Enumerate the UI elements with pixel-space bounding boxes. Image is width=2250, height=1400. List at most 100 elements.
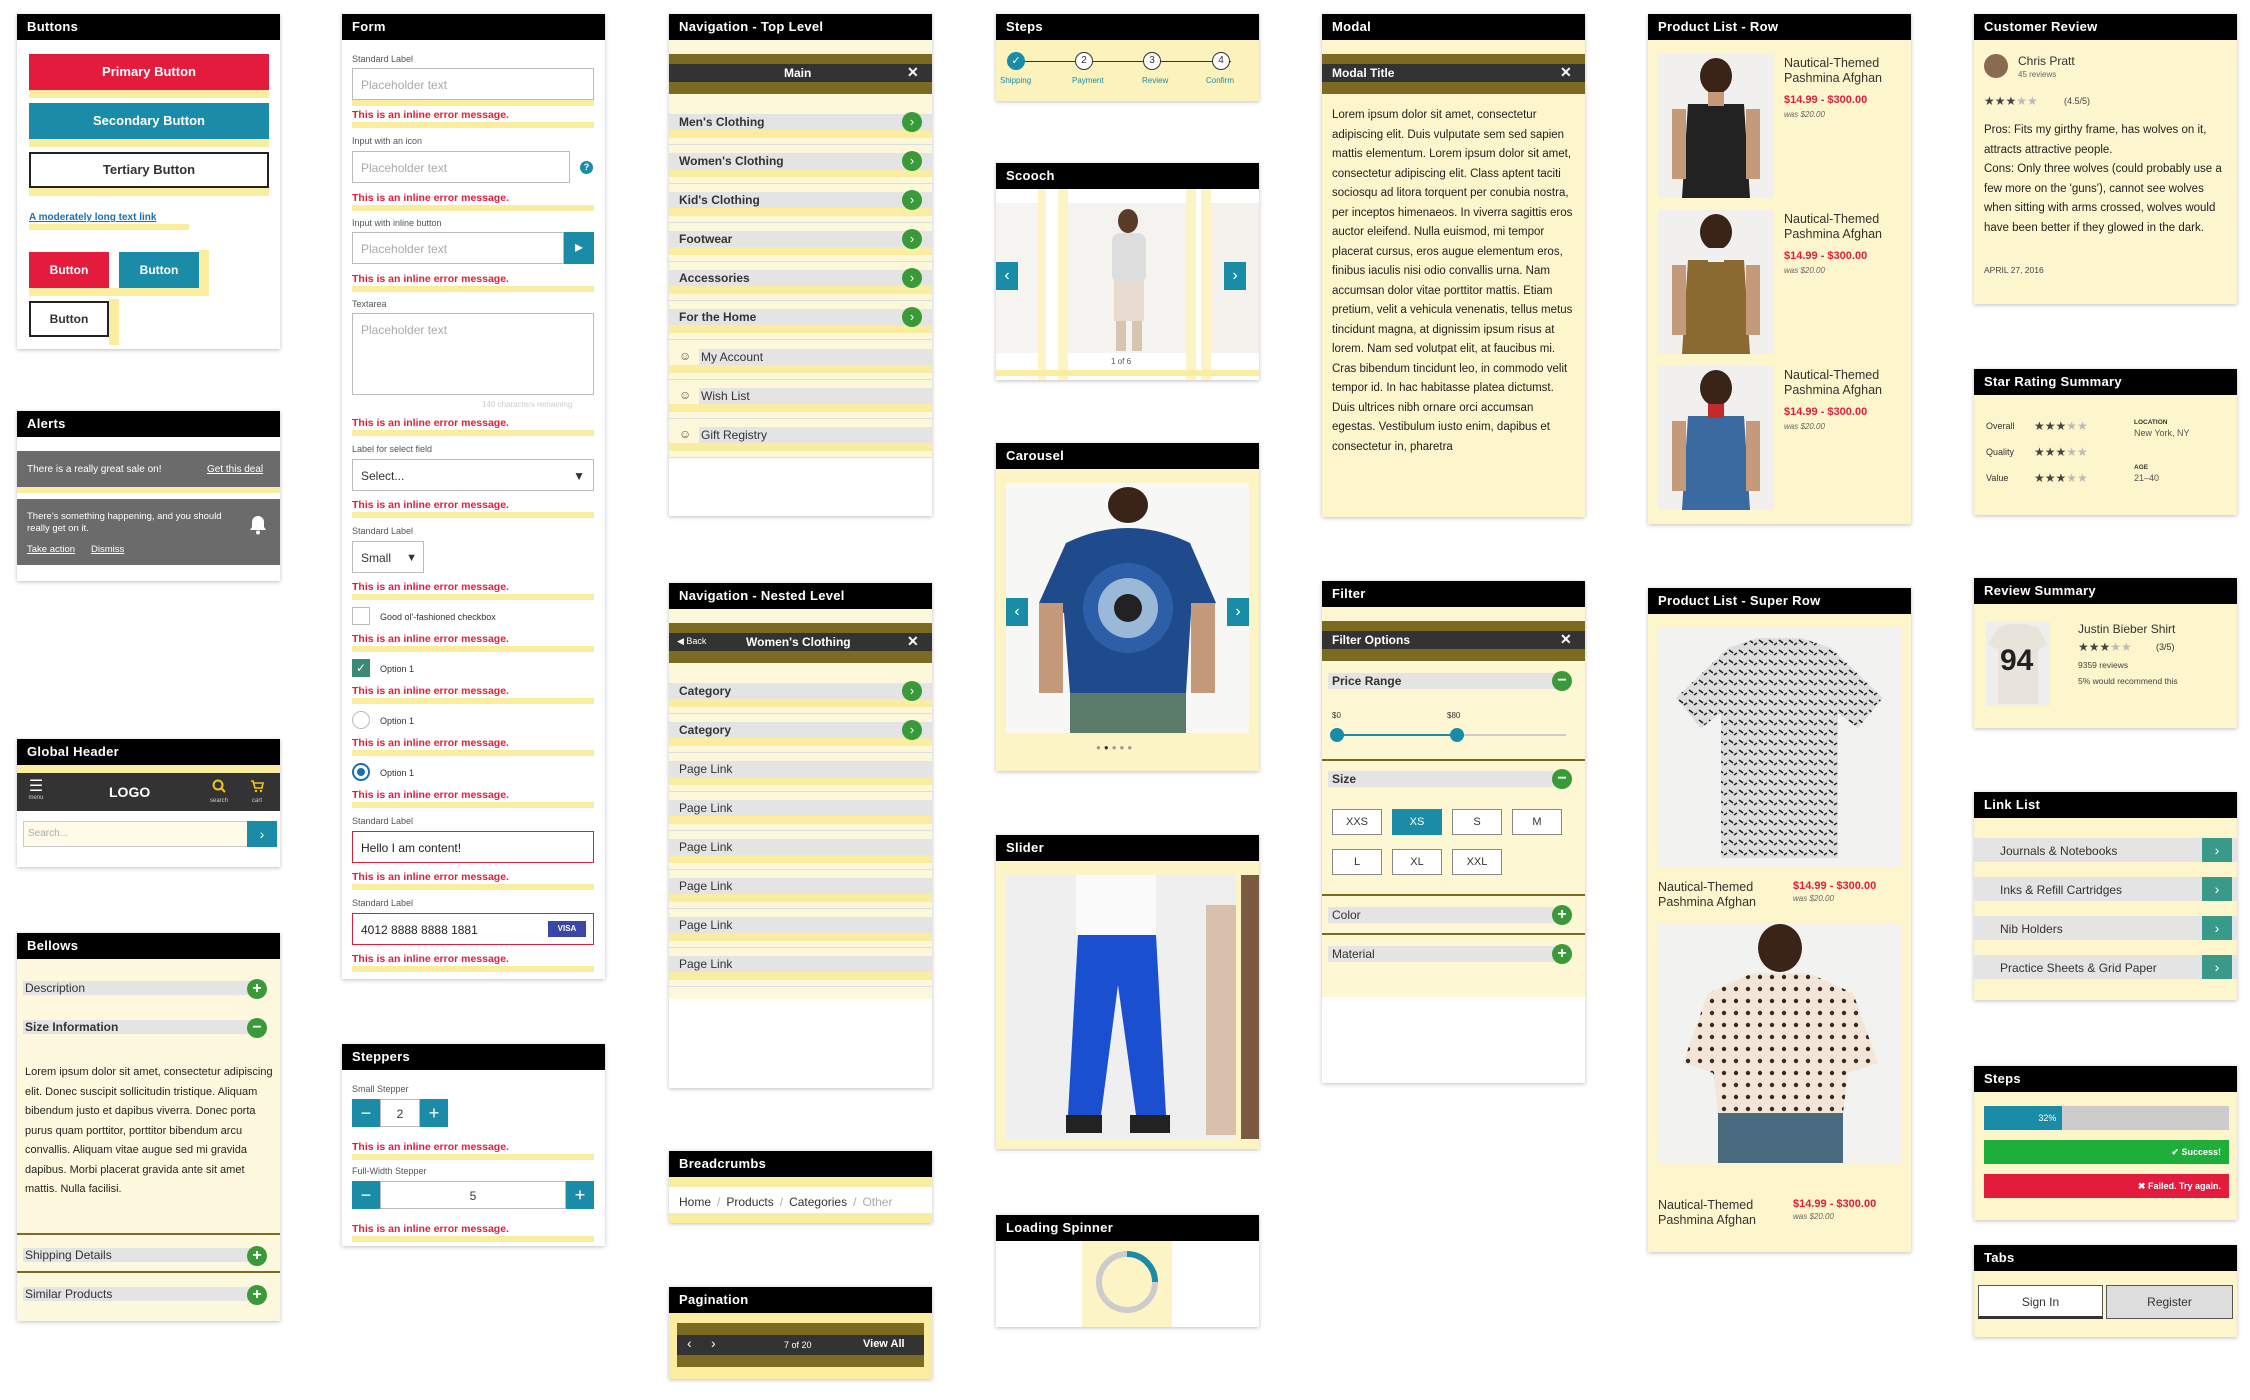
- stepper-value[interactable]: 2: [380, 1099, 420, 1127]
- price-range-label[interactable]: Price Range: [1332, 674, 1401, 688]
- decrement-button[interactable]: −: [352, 1181, 380, 1209]
- logo[interactable]: LOGO: [109, 784, 150, 800]
- secondary-button[interactable]: Secondary Button: [29, 103, 269, 139]
- nav-item[interactable]: For the Home ›: [669, 301, 932, 340]
- expand-icon[interactable]: +: [1552, 944, 1572, 964]
- menu-icon[interactable]: ☰ menu: [25, 779, 47, 807]
- expand-icon[interactable]: +: [247, 1246, 267, 1266]
- link-list-item[interactable]: Journals & Notebooks ›: [1974, 834, 2237, 873]
- link-list-item[interactable]: Nib Holders ›: [1974, 912, 2237, 951]
- account-item[interactable]: ☺ My Account: [669, 341, 932, 380]
- input-submit-button[interactable]: ▸: [564, 232, 594, 264]
- range-handle-max[interactable]: [1450, 728, 1464, 742]
- close-icon[interactable]: ✕: [907, 633, 919, 650]
- nav-page-link[interactable]: Page Link: [669, 792, 932, 831]
- link-list-item[interactable]: Practice Sheets & Grid Paper ›: [1974, 951, 2237, 990]
- product-name[interactable]: Justin Bieber Shirt: [2078, 622, 2175, 636]
- product-name[interactable]: Nautical-Themed Pashmina Afghan: [1784, 212, 1904, 242]
- nav-item[interactable]: Women's Clothing ›: [669, 145, 932, 184]
- nav-category[interactable]: Category ›: [669, 714, 932, 753]
- carousel-image[interactable]: [1006, 483, 1249, 733]
- checkbox[interactable]: [352, 607, 370, 625]
- nav-page-link[interactable]: Page Link: [669, 870, 932, 909]
- carousel-next-button[interactable]: ›: [1227, 598, 1249, 626]
- close-icon[interactable]: ✕: [1560, 631, 1572, 648]
- bellows-size-info[interactable]: Size Information −: [17, 1016, 280, 1046]
- breadcrumb-item[interactable]: Products: [726, 1195, 773, 1209]
- material-label[interactable]: Material: [1332, 947, 1375, 961]
- checkbox-checked[interactable]: ✓: [352, 659, 370, 677]
- primary-button[interactable]: Primary Button: [29, 54, 269, 90]
- nav-category[interactable]: Category ›: [669, 675, 932, 714]
- breadcrumb-item[interactable]: Categories: [789, 1195, 847, 1209]
- tertiary-button[interactable]: Tertiary Button: [29, 152, 269, 188]
- nav-page-link[interactable]: Page Link: [669, 753, 932, 792]
- product-image[interactable]: [1658, 54, 1774, 198]
- size-option[interactable]: XXL: [1452, 849, 1502, 875]
- select-field[interactable]: Select... ▼: [352, 459, 594, 491]
- small-primary-button[interactable]: Button: [29, 252, 109, 288]
- content-input[interactable]: Hello I am content!: [352, 831, 594, 863]
- nav-page-link[interactable]: Page Link: [669, 909, 932, 948]
- nav-item[interactable]: Men's Clothing ›: [669, 106, 932, 145]
- carousel-dots[interactable]: ●●●●●: [1096, 743, 1135, 752]
- account-item[interactable]: ☺ Gift Registry: [669, 419, 932, 458]
- breadcrumb-item[interactable]: Home: [679, 1195, 711, 1209]
- next-page-button[interactable]: ›: [711, 1335, 716, 1351]
- nav-item[interactable]: Accessories ›: [669, 262, 932, 301]
- product-name[interactable]: Nautical-Themed Pashmina Afghan: [1658, 880, 1778, 910]
- link-list-item[interactable]: Inks & Refill Cartridges ›: [1974, 873, 2237, 912]
- alert-action-link[interactable]: Take action: [27, 544, 75, 555]
- expand-icon[interactable]: +: [247, 1285, 267, 1305]
- back-button[interactable]: ◀ Back: [677, 636, 706, 647]
- failed-bar[interactable]: ✖ Failed. Try again.: [1984, 1174, 2229, 1198]
- search-icon[interactable]: search: [207, 779, 231, 807]
- increment-button[interactable]: +: [420, 1099, 448, 1127]
- nav-page-link[interactable]: Page Link: [669, 948, 932, 987]
- slider-image[interactable]: [1006, 875, 1236, 1139]
- small-secondary-button[interactable]: Button: [119, 252, 199, 288]
- view-all-link[interactable]: View All: [863, 1338, 905, 1350]
- tab-register[interactable]: Register: [2106, 1285, 2233, 1319]
- scooch-next-button[interactable]: ›: [1224, 262, 1246, 290]
- size-option[interactable]: XS: [1392, 809, 1442, 835]
- color-label[interactable]: Color: [1332, 908, 1361, 922]
- radio-selected[interactable]: [352, 763, 370, 781]
- collapse-icon[interactable]: −: [247, 1018, 267, 1038]
- account-item[interactable]: ☺ Wish List: [669, 380, 932, 419]
- product-name[interactable]: Nautical-Themed Pashmina Afghan: [1784, 56, 1904, 86]
- product-image-shirt[interactable]: [1658, 628, 1901, 868]
- nav-page-link[interactable]: Page Link: [669, 831, 932, 870]
- expand-icon[interactable]: +: [1552, 905, 1572, 925]
- size-label[interactable]: Size: [1332, 772, 1356, 786]
- nav-item[interactable]: Kid's Clothing ›: [669, 184, 932, 223]
- size-option[interactable]: XXS: [1332, 809, 1382, 835]
- small-tertiary-button[interactable]: Button: [29, 301, 109, 337]
- scooch-prev-button[interactable]: ‹: [996, 262, 1018, 290]
- product-image-jersey[interactable]: 94: [1986, 622, 2050, 706]
- product-image-polka[interactable]: [1658, 923, 1901, 1163]
- scooch-image[interactable]: [1068, 203, 1186, 353]
- size-option[interactable]: XL: [1392, 849, 1442, 875]
- close-icon[interactable]: ✕: [907, 64, 919, 81]
- icon-input[interactable]: Placeholder text: [352, 151, 570, 183]
- bellows-description[interactable]: Description +: [17, 977, 280, 1007]
- button-input[interactable]: Placeholder text: [352, 232, 564, 264]
- breadcrumb-item[interactable]: Other: [862, 1195, 892, 1209]
- cart-icon[interactable]: cart: [245, 779, 269, 807]
- text-link[interactable]: A moderately long text link: [29, 212, 156, 223]
- product-name[interactable]: Nautical-Themed Pashmina Afghan: [1784, 368, 1904, 398]
- collapse-icon[interactable]: −: [1552, 769, 1572, 789]
- collapse-icon[interactable]: −: [1552, 671, 1572, 691]
- decrement-button[interactable]: −: [352, 1099, 380, 1127]
- size-option[interactable]: L: [1332, 849, 1382, 875]
- product-image[interactable]: [1658, 366, 1774, 510]
- increment-button[interactable]: +: [566, 1181, 594, 1209]
- size-option[interactable]: S: [1452, 809, 1502, 835]
- standard-input[interactable]: Placeholder text: [352, 68, 594, 100]
- stepper-value[interactable]: 5: [380, 1181, 566, 1209]
- prev-page-button[interactable]: ‹: [687, 1335, 692, 1351]
- help-icon[interactable]: ?: [580, 161, 593, 174]
- textarea[interactable]: Placeholder text: [352, 313, 594, 395]
- bellows-shipping[interactable]: Shipping Details +: [17, 1244, 280, 1274]
